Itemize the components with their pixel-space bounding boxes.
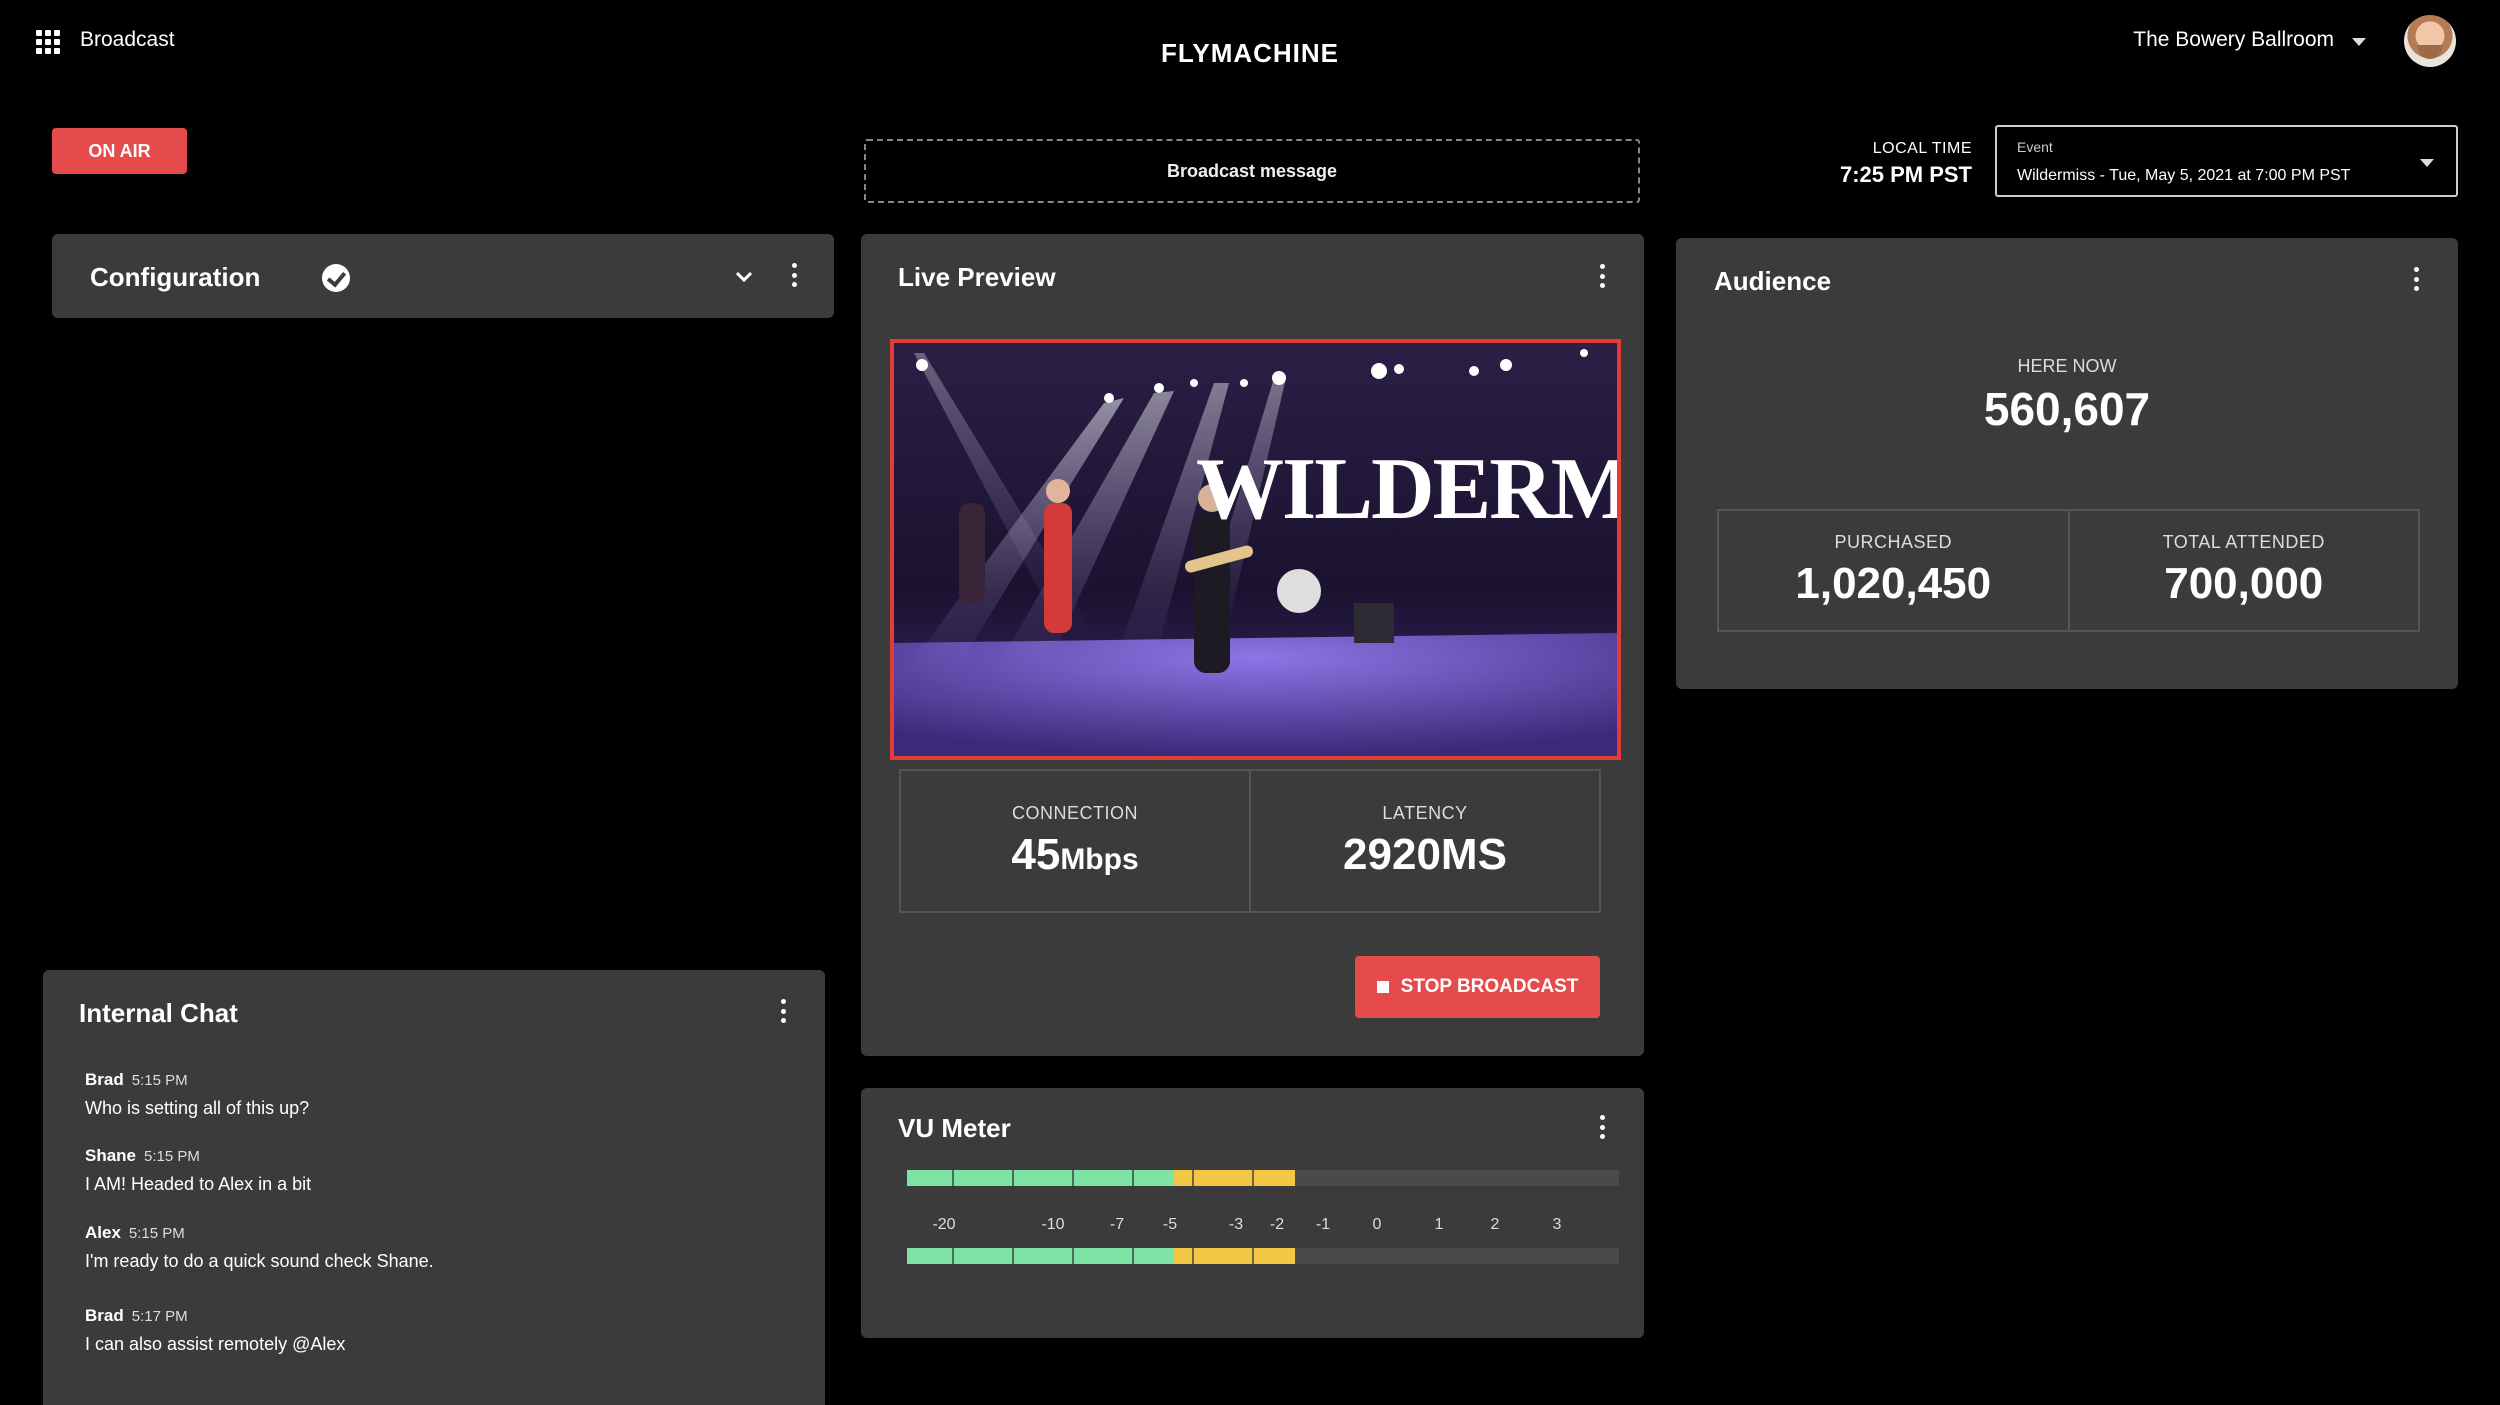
connection-number: 45 (1011, 829, 1061, 879)
purchased-value: 1,020,450 (1795, 559, 1992, 608)
event-select-label: Event (2017, 139, 2053, 155)
latency-stat: LATENCY 2920MS (1249, 771, 1599, 911)
more-vert-icon[interactable] (1599, 1115, 1605, 1139)
vu-segment-divider (952, 1170, 954, 1186)
vu-scale-label: 3 (1552, 1216, 1562, 1233)
connection-value: 45Mbps (1011, 830, 1138, 880)
configuration-title: Configuration (90, 262, 261, 292)
chat-text: I'm ready to do a quick sound check Shan… (85, 1251, 434, 1271)
chat-text: I can also assist remotely @Alex (85, 1334, 346, 1354)
chat-message: Brad 5:15 PM Who is setting all of this u… (85, 1070, 309, 1119)
audience-title: Audience (1714, 266, 1832, 296)
vu-segment-divider (1132, 1170, 1134, 1186)
concert-stage-image: WILDERMISS (894, 343, 1617, 756)
chevron-down-icon[interactable] (2352, 38, 2366, 46)
connection-unit: Mbps (1060, 842, 1139, 876)
stop-icon (1376, 981, 1389, 993)
video-overlay-text: WILDERMISS (1196, 441, 1617, 538)
stream-stats: CONNECTION 45Mbps LATENCY 2920MS (899, 769, 1601, 913)
vu-segment-divider (1192, 1170, 1194, 1186)
vu-scale-label: -5 (1162, 1216, 1178, 1233)
audience-card: Audience HERE NOW 560,607 PURCHASED 1,02… (1676, 238, 2458, 689)
chevron-down-icon[interactable] (734, 270, 754, 284)
audience-stats: PURCHASED 1,020,450 TOTAL ATTENDED 700,0… (1717, 509, 2420, 632)
on-air-badge: ON AIR (52, 128, 187, 174)
internal-chat-card: Internal Chat Brad 5:15 PM Who is setting… (43, 970, 825, 1405)
chat-time: 5:15 PM (128, 1225, 185, 1242)
vu-segment-divider (952, 1248, 954, 1264)
event-select[interactable]: Event Wildermiss - Tue, May 5, 2021 at 7… (1995, 125, 2458, 197)
chat-time: 5:17 PM (131, 1308, 188, 1325)
chat-author: Alex (85, 1223, 121, 1242)
vu-segment-divider (1132, 1248, 1134, 1264)
vu-meter-title: VU Meter (898, 1113, 1011, 1143)
vu-scale-label: -3 (1228, 1216, 1244, 1233)
here-now-value: 560,607 (1983, 383, 2151, 435)
chat-text: I AM! Headed to Alex in a bit (85, 1174, 312, 1194)
attended-stat: TOTAL ATTENDED 700,000 (2067, 511, 2419, 630)
vu-segment-divider (1072, 1248, 1074, 1264)
purchased-stat: PURCHASED 1,020,450 (1719, 511, 2068, 630)
vu-scale-label: 1 (1434, 1216, 1444, 1233)
vu-scale-label: -10 (1041, 1216, 1065, 1233)
vu-scale-label: -7 (1109, 1216, 1125, 1233)
vu-scale-label: -20 (932, 1216, 956, 1233)
more-vert-icon[interactable] (780, 999, 786, 1023)
internal-chat-title: Internal Chat (79, 998, 238, 1028)
chat-text: Who is setting all of this up? (85, 1098, 310, 1118)
venue-selector[interactable]: The Bowery Ballroom (2133, 28, 2334, 52)
vu-meter-left-channel (907, 1170, 1619, 1186)
stop-broadcast-label: STOP BROADCAST (1400, 976, 1579, 997)
event-select-value: Wildermiss - Tue, May 5, 2021 at 7:00 PM… (2017, 167, 2351, 184)
more-vert-icon[interactable] (1599, 264, 1605, 288)
live-preview-card: Live Preview WILDER CONNECTION 45Mbps LA… (861, 234, 1644, 1056)
check-circle-icon (322, 264, 350, 292)
vu-scale-label: 0 (1372, 1216, 1382, 1233)
latency-label: LATENCY (1382, 802, 1468, 823)
latency-value: 2920MS (1343, 829, 1507, 879)
vu-meter-right-channel (907, 1248, 1619, 1264)
chat-message: Shane 5:15 PM I AM! Headed to Alex in a b… (85, 1146, 311, 1195)
attended-label: TOTAL ATTENDED (2162, 532, 2325, 552)
purchased-label: PURCHASED (1834, 532, 1953, 552)
attended-value: 700,000 (2164, 559, 2324, 608)
configuration-card: Configuration (52, 234, 834, 318)
chat-time: 5:15 PM (144, 1148, 200, 1165)
chat-time: 5:15 PM (131, 1072, 188, 1089)
vu-segment-divider (1012, 1248, 1014, 1264)
local-time-value: 7:25 PM PST (1839, 162, 1972, 187)
more-vert-icon[interactable] (2413, 267, 2419, 291)
broadcast-message-button[interactable]: Broadcast message (864, 139, 1640, 203)
chat-author: Brad (85, 1070, 124, 1089)
chat-message: Brad 5:17 PM I can also assist remotely @… (85, 1306, 345, 1355)
chat-author: Shane (85, 1146, 137, 1165)
more-vert-icon[interactable] (791, 263, 797, 287)
live-preview-title: Live Preview (898, 262, 1056, 292)
connection-stat: CONNECTION 45Mbps (901, 771, 1249, 911)
vu-meter-card: VU Meter -20 -10 -7 -5 -3 -2 -1 0 1 2 3 (861, 1088, 1644, 1338)
vu-segment-divider (1072, 1170, 1074, 1186)
here-now-label: HERE NOW (2017, 356, 2117, 376)
vu-scale-label: -1 (1315, 1216, 1331, 1233)
local-time-label: LOCAL TIME (1872, 140, 1972, 157)
stop-broadcast-button[interactable]: STOP BROADCAST (1355, 956, 1600, 1018)
vu-segment-divider (1192, 1248, 1194, 1264)
chat-author: Brad (85, 1306, 124, 1325)
vu-scale-label: 2 (1490, 1216, 1500, 1233)
vu-segment-divider (1252, 1248, 1254, 1264)
vu-segment-divider (1012, 1170, 1014, 1186)
chevron-down-icon[interactable] (2420, 159, 2434, 167)
chat-message: Alex 5:15 PM I'm ready to do a quick soun… (85, 1223, 434, 1272)
avatar[interactable] (2404, 15, 2456, 67)
connection-label: CONNECTION (1012, 802, 1138, 823)
video-preview[interactable]: WILDERMISS (890, 339, 1621, 760)
vu-segment-divider (1252, 1170, 1254, 1186)
vu-scale-label: -2 (1269, 1216, 1285, 1233)
logo: FLYMACHINE (1160, 38, 1340, 68)
